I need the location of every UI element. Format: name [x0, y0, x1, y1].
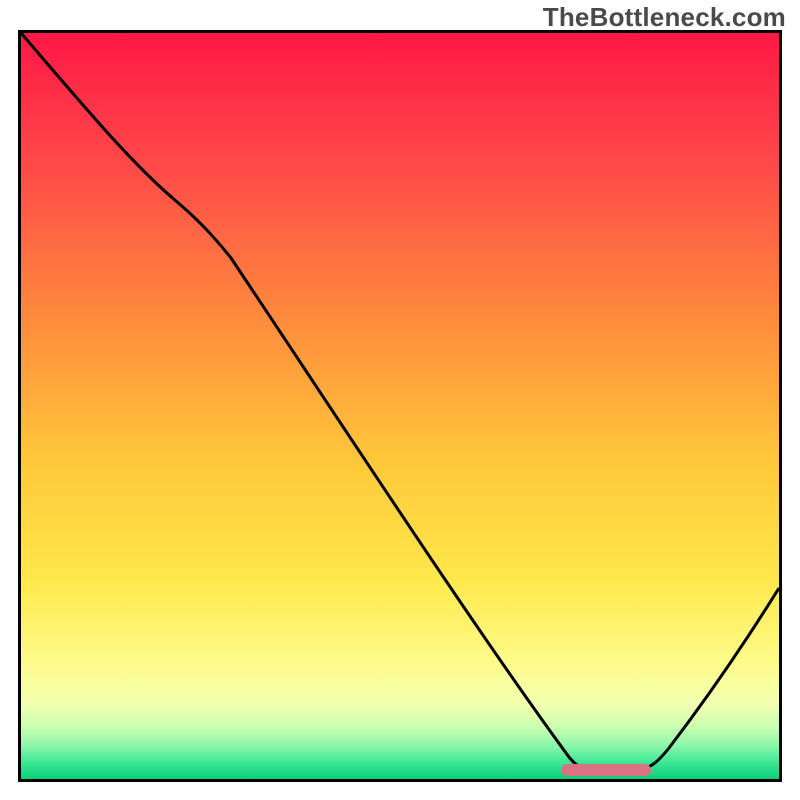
optimal-range-bar: [561, 764, 651, 776]
watermark-text: TheBottleneck.com: [543, 2, 786, 33]
chart-frame: TheBottleneck.com: [0, 0, 800, 800]
plot-area: [18, 30, 782, 782]
bottleneck-curve: [21, 33, 779, 779]
